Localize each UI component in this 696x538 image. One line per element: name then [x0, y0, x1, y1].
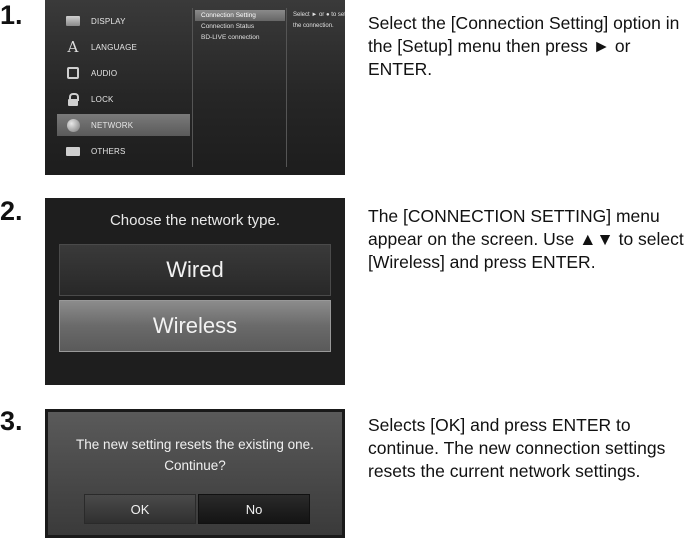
confirm-message-line-1: The new setting resets the existing one. — [76, 437, 314, 452]
menu-item-language: A LANGUAGE — [57, 36, 190, 58]
menu-item-label: LOCK — [91, 94, 114, 104]
language-icon: A — [67, 38, 79, 56]
step-2-description: The [CONNECTION SETTING] menu appear on … — [368, 206, 684, 272]
confirm-reset-screenshot: The new setting resets the existing one.… — [45, 409, 345, 538]
step-1-description: Select the [Connection Setting] option i… — [368, 13, 680, 79]
menu-item-lock: LOCK — [57, 88, 190, 110]
submenu-connection-status: Connection Status — [201, 23, 255, 30]
step-1-number: 1. — [0, 0, 23, 30]
menu-item-label: DISPLAY — [91, 16, 126, 26]
menu-item-network: NETWORK — [57, 114, 190, 136]
submenu-connection-setting: Connection Setting — [195, 10, 285, 21]
ok-button: OK — [84, 494, 196, 524]
submenu-bd-live-connection: BD-LIVE connection — [201, 34, 260, 41]
confirm-message-line-2: Continue? — [164, 458, 226, 473]
menu-item-label: NETWORK — [91, 120, 134, 130]
menu-item-others: OTHERS — [57, 140, 190, 162]
step-3-number: 3. — [0, 406, 23, 436]
network-icon — [65, 118, 81, 132]
step-3-description: Selects [OK] and press ENTER to continue… — [368, 415, 666, 481]
wired-option: Wired — [59, 244, 331, 296]
menu-item-display: DISPLAY — [57, 10, 190, 32]
wireless-option: Wireless — [59, 300, 331, 352]
menu-item-audio: AUDIO — [57, 62, 190, 84]
setup-menu-categories: DISPLAY A LANGUAGE AUDIO LOCK NETWORK OT… — [57, 10, 190, 166]
network-type-screenshot: Choose the network type. Wired Wireless — [45, 198, 345, 385]
menu-item-label: OTHERS — [91, 146, 126, 156]
audio-icon — [65, 66, 81, 80]
display-icon — [65, 14, 81, 28]
network-type-title: Choose the network type. — [109, 212, 281, 229]
network-submenu: Connection Setting Connection Status BD-… — [195, 10, 285, 43]
lock-icon — [65, 92, 81, 106]
confirm-message: The new setting resets the existing one.… — [48, 434, 342, 476]
menu-item-label: LANGUAGE — [91, 42, 138, 52]
no-button: No — [198, 494, 310, 524]
menu-item-label: AUDIO — [91, 68, 118, 78]
setup-menu-screenshot: DISPLAY A LANGUAGE AUDIO LOCK NETWORK OT… — [45, 0, 345, 175]
step-2-number: 2. — [0, 196, 23, 226]
menu-hint-text: Select ► or ● to set the connection. — [293, 12, 345, 29]
others-icon — [65, 144, 81, 158]
